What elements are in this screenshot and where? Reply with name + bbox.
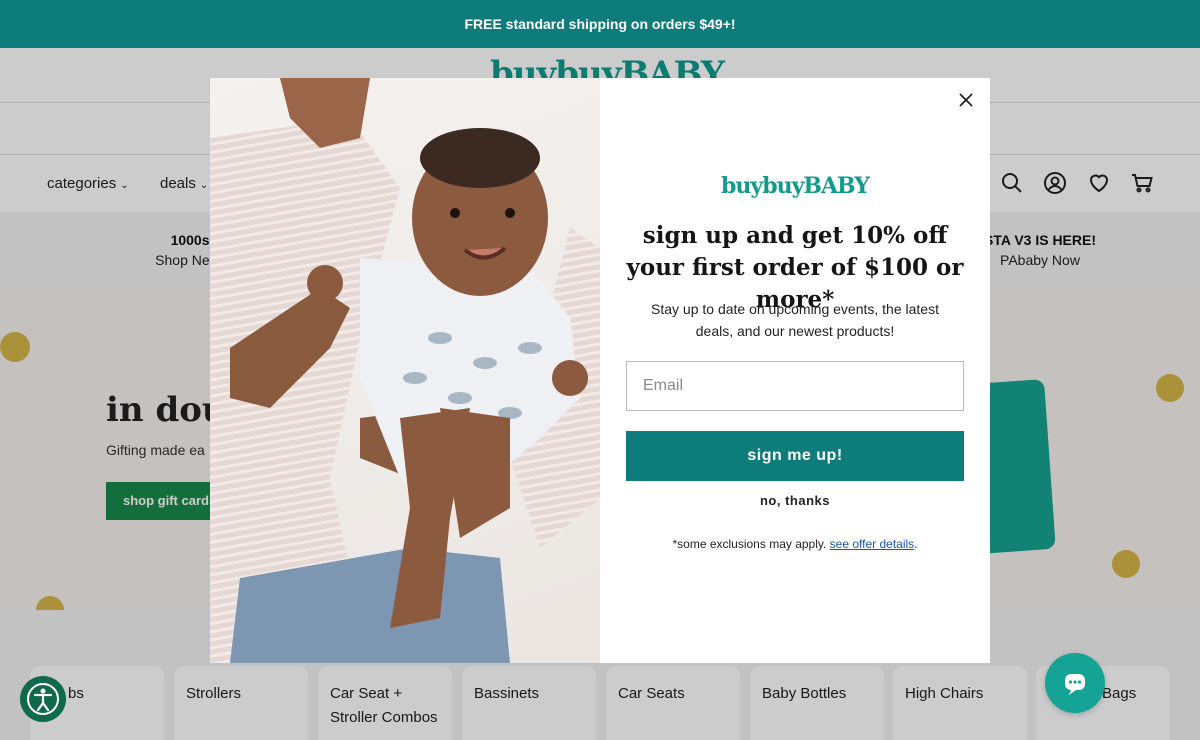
promo-banner[interactable]: FREE standard shipping on orders $49+! xyxy=(0,0,1200,48)
modal-logo: buybuyBABY xyxy=(721,173,870,199)
accessibility-icon xyxy=(27,683,59,715)
signup-modal: buybuyBABY sign up and get 10% off your … xyxy=(210,78,990,663)
fine-print: *some exclusions may apply. see offer de… xyxy=(600,537,990,551)
chat-button[interactable] xyxy=(1045,653,1105,713)
accessibility-button[interactable] xyxy=(20,676,66,722)
close-icon[interactable] xyxy=(956,90,976,110)
sign-me-up-button[interactable]: sign me up! xyxy=(626,431,964,481)
parent-holding-baby-image xyxy=(210,78,600,663)
modal-content: buybuyBABY sign up and get 10% off your … xyxy=(600,78,990,663)
fine-print-text: *some exclusions may apply. xyxy=(672,537,827,551)
chat-icon xyxy=(1065,674,1085,695)
no-thanks-link[interactable]: no, thanks xyxy=(600,493,990,508)
fine-print-end: . xyxy=(914,537,918,551)
promo-banner-text: FREE standard shipping on orders $49+! xyxy=(464,16,736,32)
modal-description: Stay up to date on upcoming events, the … xyxy=(651,301,939,339)
email-field[interactable] xyxy=(626,361,964,411)
modal-photo xyxy=(210,78,600,663)
offer-details-link[interactable]: see offer details xyxy=(830,537,915,551)
